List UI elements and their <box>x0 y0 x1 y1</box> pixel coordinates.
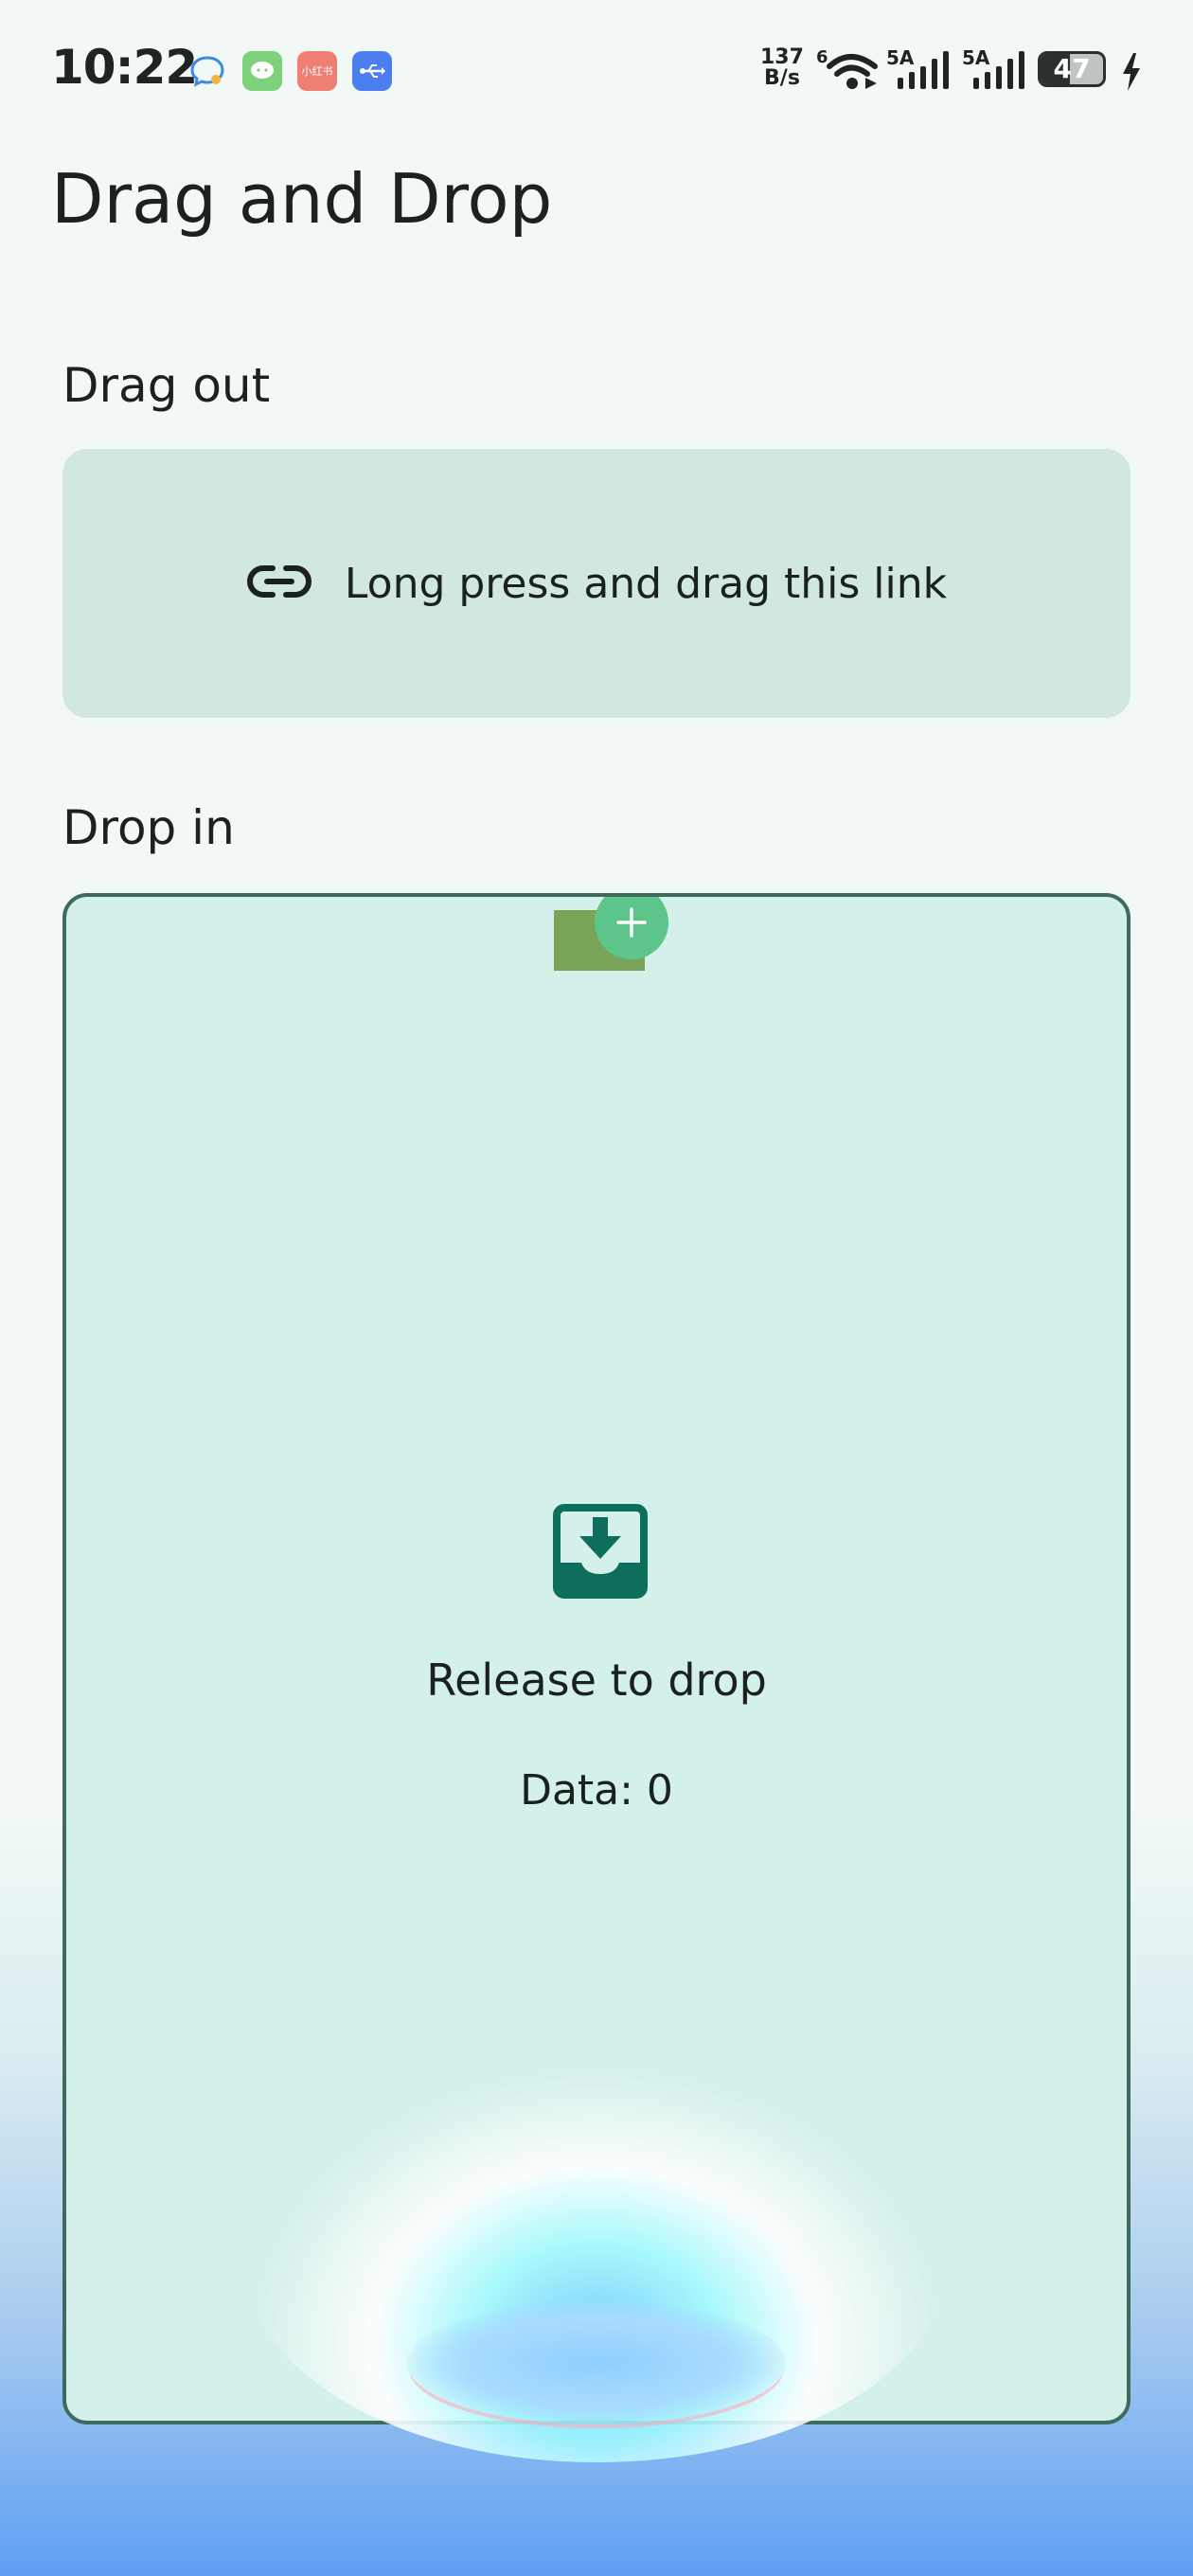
cell-signal-2-icon: 5A <box>962 46 1032 95</box>
draggable-link-card[interactable]: Long press and drag this link <box>62 449 1131 718</box>
network-speed-unit: B/s <box>764 66 800 90</box>
drop-in-label: Drop in <box>62 800 235 855</box>
usb-icon <box>352 51 392 91</box>
chat-bubble-icon <box>187 51 227 91</box>
release-to-drop-text: Release to drop <box>426 1655 767 1706</box>
battery-level: 47 <box>1053 53 1091 84</box>
page-title: Drag and Drop <box>51 159 553 239</box>
wifi-icon: 6 <box>816 45 882 95</box>
status-bar: 10:22 小红书 137 B/s 6 5A 5A 47 <box>0 0 1193 142</box>
wechat-icon <box>242 51 282 91</box>
drop-zone[interactable]: Release to drop Data: 0 <box>62 893 1131 2424</box>
drag-link-text: Long press and drag this link <box>344 559 948 608</box>
status-time: 10:22 <box>51 40 198 95</box>
xiaohongshu-icon: 小红书 <box>297 51 337 91</box>
wifi-generation-label: 6 <box>816 47 828 67</box>
battery-icon: 47 <box>1038 51 1106 87</box>
link-icon <box>246 563 312 604</box>
inbox-download-icon <box>553 1504 648 1599</box>
network-speed-value: 137 <box>760 45 804 69</box>
signal-1-label: 5A <box>886 47 915 69</box>
signal-2-label: 5A <box>962 47 990 69</box>
plus-icon <box>595 897 668 959</box>
drop-data-count: Data: 0 <box>520 1766 673 1815</box>
xiaohongshu-label: 小红书 <box>301 65 333 78</box>
cell-signal-1-icon: 5A <box>886 46 956 95</box>
charging-bolt-icon <box>1121 53 1142 95</box>
drag-out-label: Drag out <box>62 358 271 413</box>
network-speed: 137 B/s <box>760 47 804 89</box>
